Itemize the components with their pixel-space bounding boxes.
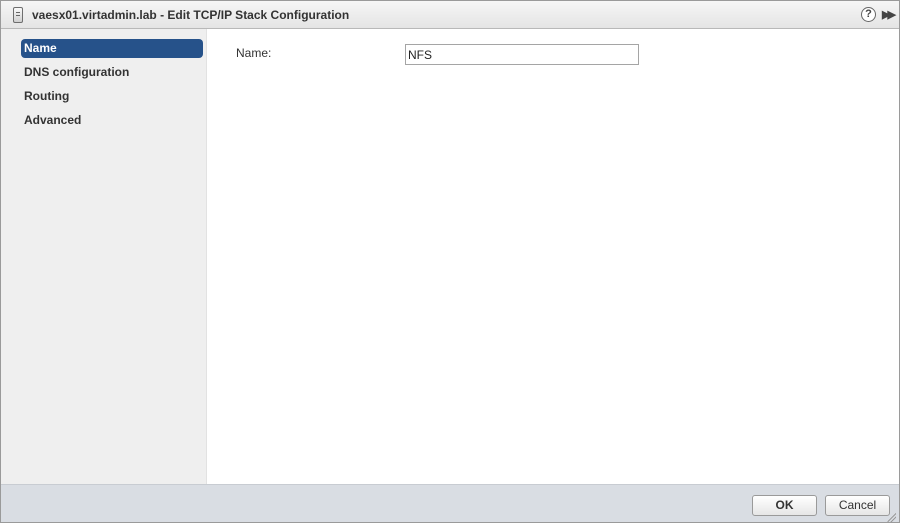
- name-input[interactable]: [405, 44, 639, 65]
- host-server-icon: [13, 7, 23, 23]
- ok-button[interactable]: OK: [752, 495, 817, 516]
- title-bar: vaesx01.virtadmin.lab - Edit TCP/IP Stac…: [1, 1, 899, 29]
- sidebar-item-routing[interactable]: Routing: [21, 87, 203, 106]
- edit-tcpip-stack-dialog: vaesx01.virtadmin.lab - Edit TCP/IP Stac…: [0, 0, 900, 523]
- sidebar-nav: Name DNS configuration Routing Advanced: [1, 29, 207, 484]
- dialog-footer: OK Cancel: [1, 484, 899, 522]
- name-label: Name:: [236, 46, 272, 60]
- cancel-button[interactable]: Cancel: [825, 495, 890, 516]
- sidebar-item-dns-configuration[interactable]: DNS configuration: [21, 63, 203, 82]
- sidebar-item-advanced[interactable]: Advanced: [21, 111, 203, 130]
- sidebar-item-name[interactable]: Name: [21, 39, 203, 58]
- help-icon[interactable]: ?: [861, 7, 876, 22]
- dialog-title: vaesx01.virtadmin.lab - Edit TCP/IP Stac…: [32, 8, 350, 22]
- expand-double-arrow-icon[interactable]: ▶▶: [882, 8, 896, 21]
- resize-grip-icon[interactable]: [886, 512, 896, 522]
- main-content: Name:: [208, 29, 899, 484]
